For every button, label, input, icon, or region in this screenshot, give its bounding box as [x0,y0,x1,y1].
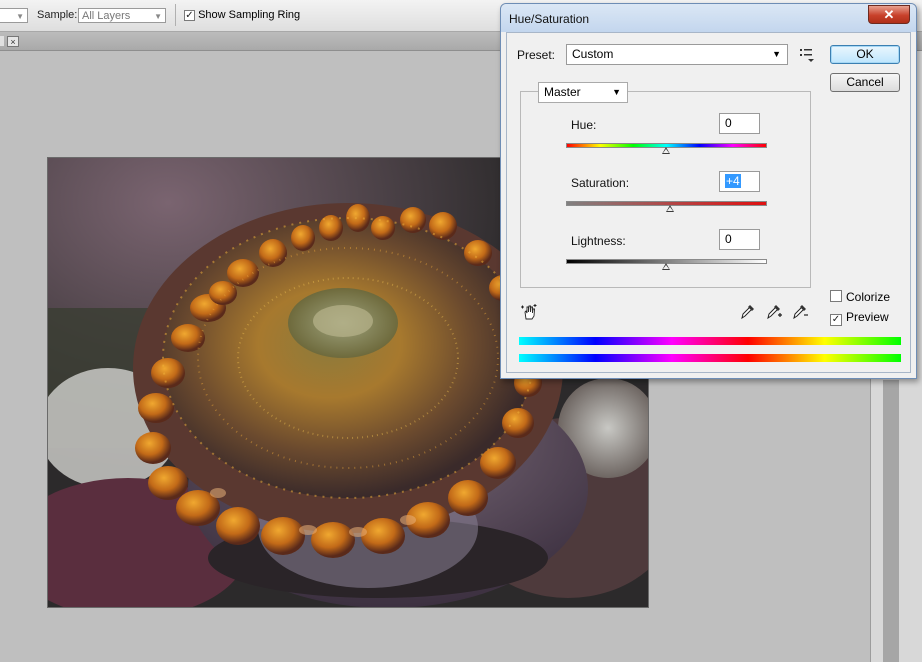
saturation-slider-thumb[interactable] [666,205,674,212]
sample-value: All Layers [82,10,131,22]
eyedropper-plus-icon[interactable] [765,302,783,320]
sample-dropdown[interactable]: All Layers ▼ [78,8,166,23]
tab-edge [0,36,4,46]
preview-checkbox[interactable]: ✓ [830,314,842,326]
ok-button[interactable]: OK [830,45,900,64]
hue-saturation-dialog: Hue/Saturation ✕ Preset: Custom ▼ OK Can… [500,3,917,379]
show-sampling-ring-checkbox[interactable]: ✓ [184,10,195,21]
chevron-down-icon: ▼ [154,12,162,21]
preset-options-icon[interactable] [798,46,816,64]
hue-label: Hue: [571,118,597,132]
close-document-icon[interactable]: × [7,36,19,47]
chevron-down-icon: ▼ [16,12,24,21]
scrollbar-track[interactable] [883,380,899,662]
preview-option[interactable]: ✓ Preview [830,310,889,326]
sample-label: Sample: [37,9,78,21]
hue-input[interactable]: 0 [719,113,760,134]
hue-value: 0 [725,116,732,130]
preset-dropdown[interactable]: Custom ▼ [566,44,788,65]
chevron-down-icon: ▼ [612,87,621,97]
lightness-value: 0 [725,232,732,246]
saturation-input[interactable]: +4 [719,171,760,192]
lightness-label: Lightness: [571,234,626,248]
preview-label: Preview [846,310,889,324]
colorize-option[interactable]: Colorize [830,290,890,304]
dialog-title: Hue/Saturation [509,12,590,26]
saturation-value: +4 [725,174,741,188]
lightness-slider-thumb[interactable] [662,263,670,270]
input-color-bar [519,337,901,345]
targeted-adjustment-hand-icon[interactable] [520,303,538,321]
dialog-client-area: Preset: Custom ▼ OK Cancel Master ▼ Hue:… [506,32,911,373]
colorize-checkbox[interactable] [830,290,842,302]
output-color-bar [519,354,901,362]
dialog-titlebar[interactable]: Hue/Saturation ✕ [501,4,916,32]
show-sampling-ring-label: Show Sampling Ring [198,9,301,21]
channel-value: Master [544,85,581,99]
preset-label: Preset: [517,48,556,62]
channel-dropdown[interactable]: Master ▼ [538,82,628,103]
eyedropper-minus-icon[interactable] [791,302,809,320]
eyedropper-icon[interactable] [739,302,757,320]
chevron-down-icon: ▼ [772,49,781,59]
saturation-label: Saturation: [571,176,630,190]
cancel-button[interactable]: Cancel [830,73,900,92]
sample-size-dropdown[interactable]: ▼ [0,8,28,23]
colorize-label: Colorize [846,290,891,304]
show-sampling-ring-option[interactable]: ✓ Show Sampling Ring [184,9,300,21]
preset-value: Custom [572,47,614,61]
hue-slider-thumb[interactable] [662,147,670,154]
close-dialog-button[interactable]: ✕ [868,5,910,24]
lightness-input[interactable]: 0 [719,229,760,250]
separator [175,4,176,26]
